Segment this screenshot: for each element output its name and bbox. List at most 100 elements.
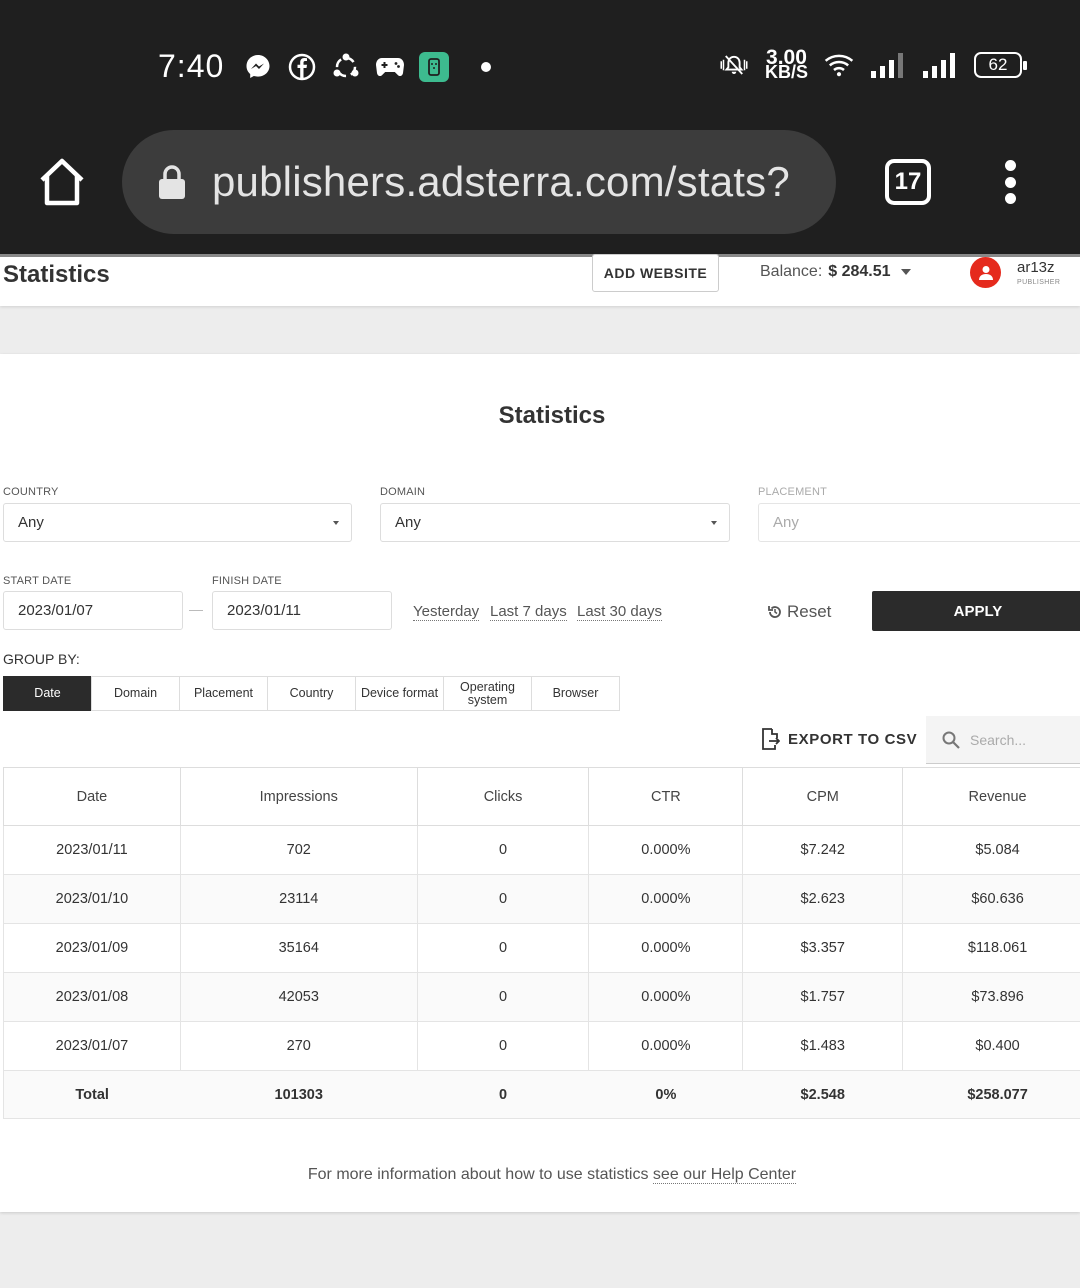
placement-select[interactable]: Any <box>758 503 1080 542</box>
balance-value: $ 284.51 <box>828 263 891 280</box>
domain-select[interactable]: Any <box>380 503 730 542</box>
url-text: publishers.adsterra.com/stats? <box>212 158 790 205</box>
lock-icon <box>158 164 186 200</box>
finish-date-input[interactable]: 2023/01/11 <box>212 591 392 630</box>
total-impressions: 101303 <box>180 1070 418 1119</box>
start-date-value: 2023/01/07 <box>18 602 94 619</box>
help-center-link[interactable]: see our Help Center <box>652 1166 797 1184</box>
search-input[interactable]: Search... <box>926 716 1080 764</box>
cell-impressions: 35164 <box>179 923 418 973</box>
group-by-operating-system[interactable]: Operating system <box>443 676 532 711</box>
dropdown-arrow-icon <box>711 521 717 525</box>
total-clicks: 0 <box>417 1070 589 1119</box>
address-bar[interactable]: publishers.adsterra.com/stats? <box>122 130 836 234</box>
quick-range-30-days[interactable]: Last 30 days <box>577 603 663 621</box>
more-notifications-icon <box>481 62 491 72</box>
cell-revenue: $5.084 <box>902 825 1080 875</box>
country-label: COUNTRY <box>3 486 59 498</box>
caret-down-icon <box>900 269 911 275</box>
balance-label: Balance: <box>760 263 823 280</box>
placement-value: Any <box>773 514 799 531</box>
cell-cpm: $2.623 <box>742 874 904 924</box>
quick-range-7-days[interactable]: Last 7 days <box>490 603 567 621</box>
finish-date-value: 2023/01/11 <box>227 602 301 619</box>
cell-clicks: 0 <box>416 972 590 1022</box>
cell-clicks: 0 <box>416 874 590 924</box>
share-app-icon <box>331 52 361 82</box>
group-by-browser[interactable]: Browser <box>531 676 620 711</box>
group-by-label: GROUP BY: <box>3 651 80 667</box>
cell-clicks: 0 <box>416 923 590 973</box>
domain-label: DOMAIN <box>380 486 426 498</box>
table-row: 2023/01/07 270 0 0.000% $1.483 $0.400 <box>3 1021 1080 1071</box>
group-by-placement[interactable]: Placement <box>179 676 268 711</box>
cell-impressions: 270 <box>179 1021 418 1071</box>
statistics-table: Date Impressions Clicks CTR CPM Revenue … <box>3 767 1080 1119</box>
cell-ctr: 0.000% <box>588 825 744 875</box>
column-header-cpm[interactable]: CPM <box>742 767 904 826</box>
cell-date: 2023/01/09 <box>3 923 181 973</box>
user-role: PUBLISHER <box>1017 279 1061 286</box>
system-status: 3.00 KB/S 62 <box>719 47 1027 81</box>
card-title: Statistics <box>498 402 606 429</box>
cell-impressions: 702 <box>179 825 418 875</box>
table-row: 2023/01/09 35164 0 0.000% $3.357 $118.06… <box>3 923 1080 973</box>
column-header-date[interactable]: Date <box>3 767 181 826</box>
cell-cpm: $1.757 <box>742 972 904 1022</box>
help-text: For more information about how to use st… <box>0 1166 1080 1184</box>
export-csv-button[interactable]: EXPORT TO CSV <box>760 728 917 750</box>
cell-revenue: $60.636 <box>902 874 1080 924</box>
cell-revenue: $73.896 <box>902 972 1080 1022</box>
quick-range-yesterday[interactable]: Yesterday <box>413 603 480 621</box>
cell-ctr: 0.000% <box>588 972 744 1022</box>
cell-impressions: 23114 <box>179 874 418 924</box>
cell-date: 2023/01/10 <box>3 874 181 924</box>
statistics-card: Statistics COUNTRY Any DOMAIN Any PLACEM… <box>0 354 1080 1212</box>
finish-date-label: FINISH DATE <box>212 575 282 587</box>
balance-dropdown[interactable]: Balance: $ 284.51 <box>760 263 911 281</box>
reset-icon <box>768 606 781 618</box>
signal-2-icon <box>922 50 958 80</box>
country-select[interactable]: Any <box>3 503 352 542</box>
cell-date: 2023/01/11 <box>3 825 181 875</box>
gamepad-icon <box>375 52 405 82</box>
column-header-impressions[interactable]: Impressions <box>179 767 418 826</box>
reset-label: Reset <box>787 602 832 621</box>
start-date-input[interactable]: 2023/01/07 <box>3 591 183 630</box>
group-by-domain[interactable]: Domain <box>91 676 180 711</box>
app-badge-icon <box>419 52 449 82</box>
user-icon <box>978 265 993 280</box>
table-row: 2023/01/08 42053 0 0.000% $1.757 $73.896 <box>3 972 1080 1022</box>
column-header-clicks[interactable]: Clicks <box>416 767 590 826</box>
browser-chrome: 7:40 3.00 KB/S 62 publishers.adsterra.co… <box>0 0 1080 254</box>
browser-menu-button[interactable] <box>1000 160 1020 204</box>
avatar[interactable] <box>970 257 1001 288</box>
battery-icon: 62 <box>974 52 1027 78</box>
group-by-device-format[interactable]: Device format <box>355 676 444 711</box>
cell-ctr: 0.000% <box>588 1021 744 1071</box>
domain-value: Any <box>395 514 421 531</box>
add-website-button[interactable]: ADD WEBSITE <box>592 254 719 292</box>
total-cpm: $2.548 <box>742 1070 903 1119</box>
tab-switcher-button[interactable]: 17 <box>885 159 931 205</box>
user-name[interactable]: ar13z <box>1017 259 1055 276</box>
muted-bell-icon <box>719 50 749 80</box>
cell-cpm: $7.242 <box>742 825 904 875</box>
total-label: Total <box>3 1070 181 1119</box>
group-by-date[interactable]: Date <box>3 676 92 711</box>
country-value: Any <box>18 514 44 531</box>
group-by-buttons: Date Domain Placement Country Device for… <box>3 676 620 711</box>
apply-button[interactable]: APPLY <box>872 591 1080 631</box>
home-button[interactable] <box>36 156 88 208</box>
column-header-revenue[interactable]: Revenue <box>902 767 1080 826</box>
group-by-country[interactable]: Country <box>267 676 356 711</box>
export-icon <box>762 728 780 750</box>
column-header-ctr[interactable]: CTR <box>588 767 744 826</box>
cell-clicks: 0 <box>416 825 590 875</box>
status-time: 7:40 <box>158 48 225 84</box>
cell-cpm: $1.483 <box>742 1021 904 1071</box>
reset-button[interactable]: Reset <box>767 602 831 622</box>
search-icon <box>942 731 960 749</box>
cell-date: 2023/01/07 <box>3 1021 181 1071</box>
cell-clicks: 0 <box>416 1021 590 1071</box>
